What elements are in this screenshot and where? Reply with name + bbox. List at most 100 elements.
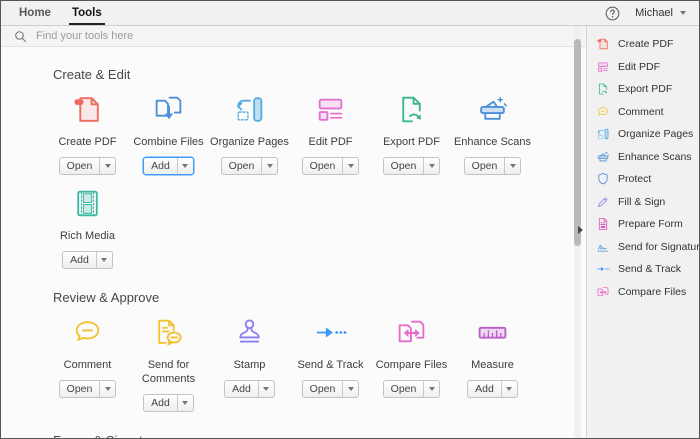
tool-card-send-track[interactable]: Send & Track Open <box>290 316 371 412</box>
tool-action-dropdown[interactable] <box>343 381 358 397</box>
sidebar-item-label: Protect <box>618 173 652 186</box>
tool-action-label[interactable]: Open <box>60 381 101 398</box>
tool-card-rich-media[interactable]: Rich Media Add <box>47 187 128 270</box>
section-title: Review & Approve <box>53 290 160 306</box>
vertical-scrollbar-thumb[interactable] <box>574 39 581 246</box>
tool-card-enhance-scans[interactable]: Enhance Scans Open <box>452 93 533 176</box>
help-question-icon[interactable] <box>605 6 620 21</box>
tool-action-label[interactable]: Open <box>222 158 263 175</box>
tool-action-label[interactable]: Add <box>144 395 178 412</box>
tool-label: Organize Pages <box>210 136 289 148</box>
sidebar-item-edit-pdf[interactable]: Edit PDF <box>587 56 699 79</box>
tool-action-dropdown[interactable] <box>424 158 439 174</box>
tool-action-dropdown[interactable] <box>502 381 517 397</box>
sidebar-item-label: Compare Files <box>618 285 687 298</box>
tool-action-button[interactable]: Add <box>224 380 275 399</box>
tool-label: Compare Files <box>375 359 448 372</box>
tool-action-button[interactable]: Open <box>58 380 117 399</box>
tool-card-compare-files[interactable]: Compare Files Open <box>371 316 452 412</box>
search-input[interactable] <box>36 30 366 42</box>
tool-card-measure[interactable]: Measure Add <box>452 316 533 412</box>
sidebar-item-organize-pages[interactable]: Organize Pages <box>587 123 699 146</box>
tool-label: Send & Track <box>297 359 364 372</box>
tool-action-dropdown[interactable] <box>343 158 358 174</box>
tool-card-send-for-comments[interactable]: Send for Comments Add <box>128 316 209 413</box>
chevron-down-icon <box>104 164 111 169</box>
compare-files-icon <box>395 316 428 349</box>
chevron-down-icon <box>263 387 270 392</box>
tool-card-combine-files[interactable]: Combine Files Add <box>128 93 209 176</box>
chevron-down-icon <box>104 387 111 392</box>
tool-action-label[interactable]: Open <box>384 381 425 398</box>
tool-action-button[interactable]: Open <box>301 380 360 399</box>
sidebar-item-label: Prepare Form <box>618 218 683 231</box>
acrobat-tools-window: Home Tools Michael Find your tools here … <box>0 0 700 439</box>
tool-label: Comment <box>63 359 112 372</box>
sidebar-collapse-handle[interactable] <box>578 222 588 238</box>
tool-action-dropdown[interactable] <box>178 158 193 174</box>
tools-main-panel: Create & Edit Create PDF Open Combine Fi… <box>1 26 586 438</box>
tool-action-dropdown[interactable] <box>100 381 115 397</box>
tool-action-button[interactable]: Open <box>301 157 360 176</box>
tool-action-label[interactable]: Add <box>225 381 259 398</box>
compare-files-icon <box>596 285 610 299</box>
tool-label: Edit PDF <box>308 136 353 148</box>
tool-action-label[interactable]: Open <box>465 158 506 175</box>
tool-card-edit-pdf[interactable]: Edit PDF Open <box>290 93 371 176</box>
tool-grid: Comment Open Send for Comments Add Stamp… <box>47 316 539 424</box>
sidebar-item-fill-sign[interactable]: Fill & Sign <box>587 191 699 214</box>
tool-action-dropdown[interactable] <box>424 381 439 397</box>
tool-action-dropdown[interactable] <box>178 395 193 411</box>
sidebar-item-send-for-signature[interactable]: Send for Signature <box>587 236 699 259</box>
tab-home[interactable]: Home <box>16 1 54 25</box>
sidebar-item-create-pdf[interactable]: Create PDF <box>587 33 699 56</box>
sidebar-item-label: Comment <box>618 105 664 118</box>
tool-action-dropdown[interactable] <box>262 158 277 174</box>
tool-action-label[interactable]: Open <box>60 158 101 175</box>
sidebar-item-prepare-form[interactable]: Prepare Form <box>587 213 699 236</box>
tool-action-button[interactable]: Open <box>382 157 441 176</box>
chevron-down-icon <box>428 164 435 169</box>
tool-card-comment[interactable]: Comment Open <box>47 316 128 412</box>
tool-card-stamp[interactable]: Stamp Add <box>209 316 290 412</box>
tool-action-button[interactable]: Add <box>467 380 518 399</box>
sidebar-item-protect[interactable]: Protect <box>587 168 699 191</box>
tool-action-button[interactable]: Open <box>220 157 279 176</box>
tool-label: Measure <box>471 359 514 372</box>
tool-action-dropdown[interactable] <box>100 158 115 174</box>
tool-action-label[interactable]: Open <box>303 381 344 398</box>
tool-action-button[interactable]: Open <box>58 157 117 176</box>
tool-card-organize-pages[interactable]: Organize Pages Open <box>209 93 290 176</box>
tool-action-dropdown[interactable] <box>505 158 520 174</box>
export-pdf-icon <box>596 82 610 96</box>
tool-action-button[interactable]: Add <box>62 251 113 270</box>
user-menu[interactable]: Michael <box>635 7 686 19</box>
organize-pages-icon <box>596 127 610 141</box>
tool-action-label[interactable]: Open <box>384 158 425 175</box>
tool-action-label[interactable]: Add <box>144 158 178 175</box>
tool-card-export-pdf[interactable]: Export PDF Open <box>371 93 452 176</box>
sidebar-item-export-pdf[interactable]: Export PDF <box>587 78 699 101</box>
tab-tools[interactable]: Tools <box>68 1 105 25</box>
sidebar-item-send-track[interactable]: Send & Track <box>587 258 699 281</box>
tool-action-button[interactable]: Open <box>382 380 441 399</box>
sidebar-item-label: Send & Track <box>618 263 682 276</box>
tool-action-label[interactable]: Add <box>468 381 502 398</box>
sidebar-item-enhance-scans[interactable]: Enhance Scans <box>587 146 699 169</box>
sidebar-item-comment[interactable]: Comment <box>587 101 699 124</box>
tool-action-button[interactable]: Add <box>143 157 194 176</box>
user-name: Michael <box>635 7 673 19</box>
section-title: Create & Edit <box>53 67 131 82</box>
tool-card-create-pdf[interactable]: Create PDF Open <box>47 93 128 176</box>
tool-action-label[interactable]: Add <box>63 252 97 269</box>
tool-action-button[interactable]: Add <box>143 394 194 413</box>
tool-action-dropdown[interactable] <box>97 252 112 268</box>
tool-action-dropdown[interactable] <box>259 381 274 397</box>
tool-label: Export PDF <box>383 136 440 148</box>
tool-action-button[interactable]: Open <box>463 157 522 176</box>
sidebar-item-compare-files[interactable]: Compare Files <box>587 281 699 304</box>
window-body: Create & Edit Create PDF Open Combine Fi… <box>1 26 699 438</box>
chevron-down-icon <box>347 164 354 169</box>
top-navigation-bar: Home Tools Michael <box>1 1 699 26</box>
tool-action-label[interactable]: Open <box>303 158 344 175</box>
